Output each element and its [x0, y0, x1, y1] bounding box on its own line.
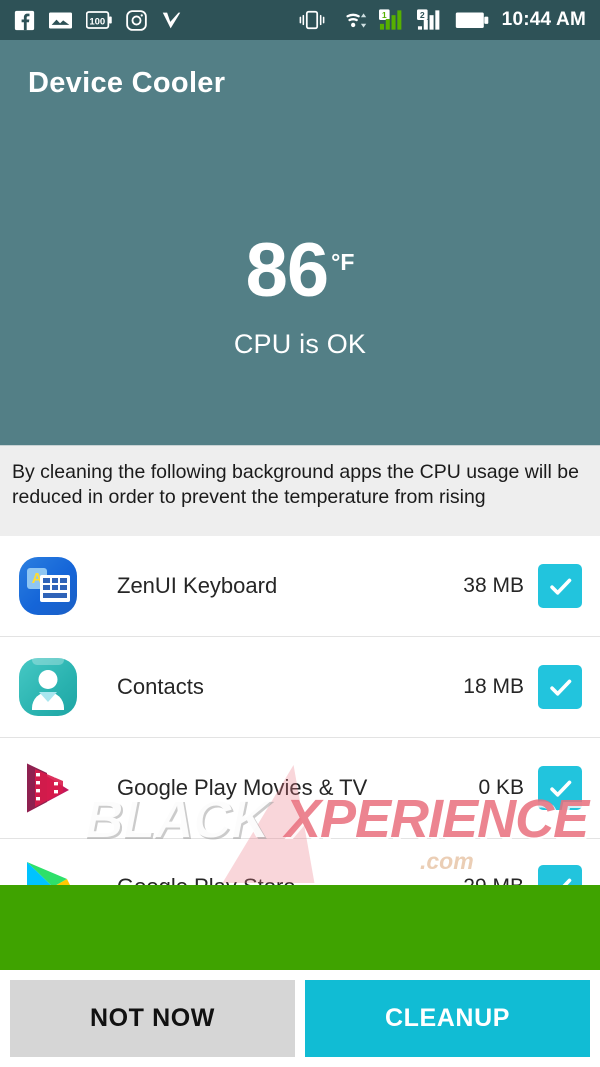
page-title: Device Cooler: [28, 67, 226, 99]
battery-100-icon: 100: [86, 11, 112, 29]
app-size: 18 MB: [463, 675, 524, 698]
list-item[interactable]: Contacts 18 MB: [0, 637, 600, 738]
check-icon: [549, 679, 571, 696]
contacts-icon: [19, 658, 77, 716]
not-now-button[interactable]: NOT NOW: [10, 980, 295, 1057]
status-bar: 100 1 2 10:44 AM: [0, 0, 600, 40]
vibrate-icon: [299, 10, 325, 30]
cpu-status-text: CPU is OK: [233, 329, 367, 360]
app-name: Contacts: [117, 674, 204, 699]
app-name: Google Play Movies & TV: [117, 775, 368, 800]
app-size: 38 MB: [463, 574, 524, 597]
app-checkbox[interactable]: [538, 665, 582, 709]
app-checkbox[interactable]: [538, 766, 582, 810]
status-bar-clock: 10:44 AM: [501, 9, 586, 30]
temperature-block: 86 °F CPU is OK: [0, 228, 600, 360]
status-bar-right-icons: 1 2 10:44 AM: [288, 9, 586, 31]
zenui-keyboard-icon: A: [19, 557, 77, 615]
background-app-list: A ZenUI Keyboard 38 MB Contacts 18 MB Go…: [0, 536, 600, 934]
temperature-reading: 86 °F: [245, 228, 355, 313]
app-size: 0 KB: [478, 776, 524, 799]
status-bar-left-icons: 100: [14, 9, 196, 31]
check-icon: [549, 780, 571, 797]
facebook-icon: [14, 10, 35, 31]
app-name: ZenUI Keyboard: [117, 573, 278, 598]
check-icon: [549, 578, 571, 595]
cleanup-button[interactable]: CLEANUP: [305, 980, 590, 1057]
temperature-value: 86: [245, 228, 330, 313]
app-checkbox[interactable]: [538, 564, 582, 608]
device-cooler-hero: Device Cooler 86 °F CPU is OK: [0, 40, 600, 445]
wifi-icon: [336, 10, 368, 31]
list-item[interactable]: Google Play Movies & TV 0 KB: [0, 738, 600, 839]
action-button-bar: NOT NOW CLEANUP: [0, 970, 600, 1067]
info-strip: By cleaning the following background app…: [0, 445, 600, 536]
green-overlay-bar: [0, 885, 600, 970]
svg-text:1: 1: [382, 10, 387, 20]
check-play-icon: [161, 10, 182, 31]
temperature-unit: °F: [331, 249, 355, 275]
info-description: By cleaning the following background app…: [12, 461, 579, 508]
svg-text:2: 2: [420, 10, 425, 20]
list-item[interactable]: A ZenUI Keyboard 38 MB: [0, 536, 600, 637]
signal-sim1-icon: 1: [378, 9, 406, 31]
gallery-icon: [49, 11, 72, 30]
signal-sim2-icon: 2: [416, 9, 444, 31]
battery-icon: [455, 11, 489, 30]
google-play-movies-icon: [19, 759, 77, 817]
svg-text:100: 100: [89, 16, 105, 27]
instagram-icon: [126, 9, 147, 31]
